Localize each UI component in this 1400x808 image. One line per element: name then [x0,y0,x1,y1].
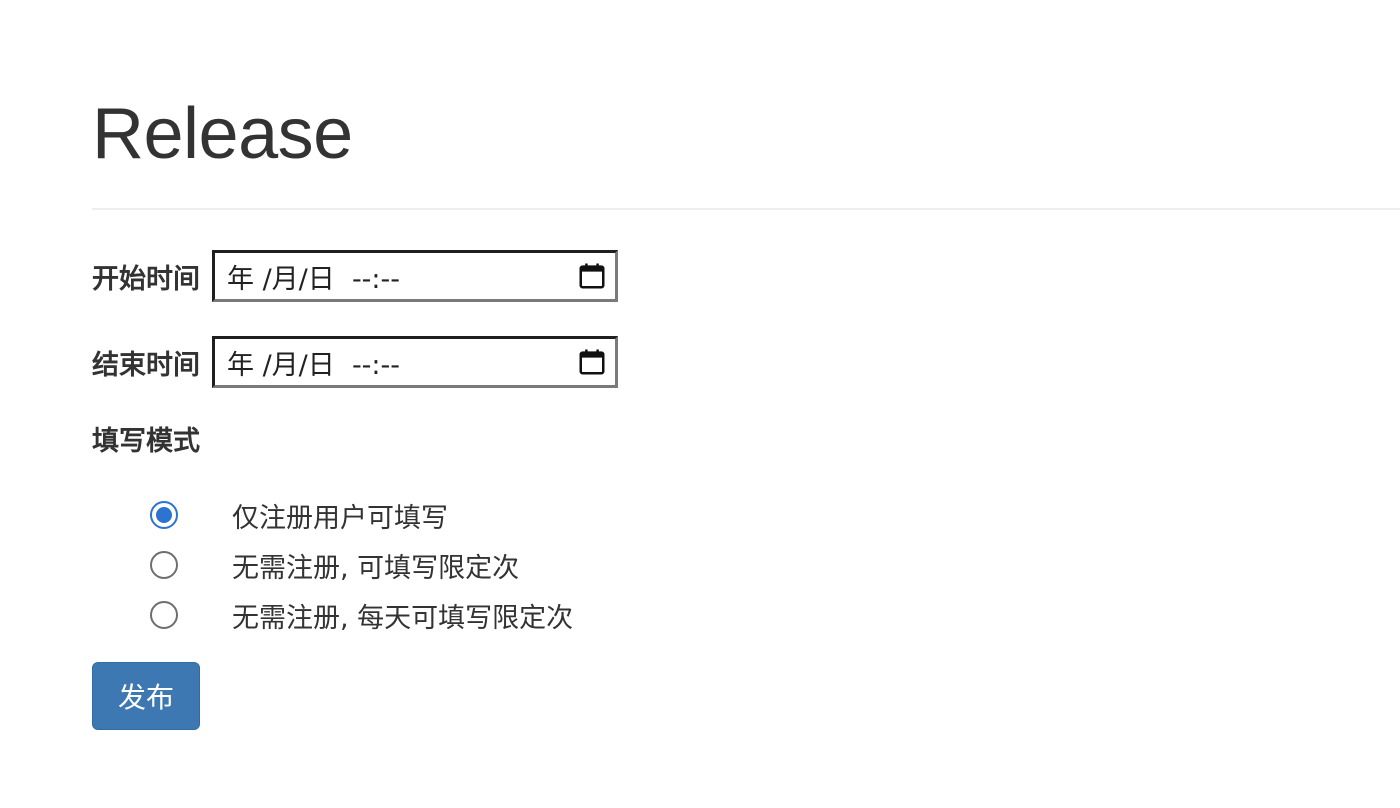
fill-mode-option-limited[interactable]: 无需注册, 可填写限定次 [150,540,573,590]
fill-mode-label: 填写模式 [92,426,200,457]
title-divider [92,208,1400,210]
radio-label-limited: 无需注册, 可填写限定次 [232,552,520,584]
end-time-label: 结束时间 [92,349,200,381]
start-time-input[interactable]: 年 /月/日 --:-- [212,250,618,302]
fill-mode-option-registered[interactable]: 仅注册用户可填写 [150,490,573,540]
end-time-input[interactable]: 年 /月/日 --:-- [212,336,618,388]
radio-label-registered: 仅注册用户可填写 [232,502,448,534]
end-time-row: 结束时间 年 /月/日 --:-- [92,336,618,388]
calendar-icon[interactable] [577,261,607,291]
radio-daily-limited[interactable] [150,601,178,629]
release-page: Release 开始时间 年 /月/日 --:-- 结束时间 年 /月/日 --… [0,0,1400,808]
radio-label-daily-limited: 无需注册, 每天可填写限定次 [232,602,574,634]
calendar-icon[interactable] [577,347,607,377]
fill-mode-option-daily-limited[interactable]: 无需注册, 每天可填写限定次 [150,590,573,640]
end-time-placeholder: 年 /月/日 --:-- [227,349,401,381]
fill-mode-options: 仅注册用户可填写 无需注册, 可填写限定次 无需注册, 每天可填写限定次 [150,490,573,640]
radio-limited[interactable] [150,551,178,579]
start-time-placeholder: 年 /月/日 --:-- [227,263,401,295]
start-time-label: 开始时间 [92,263,200,295]
radio-registered[interactable] [150,501,178,529]
start-time-row: 开始时间 年 /月/日 --:-- [92,250,618,302]
publish-button[interactable]: 发布 [92,662,200,730]
page-title: Release [92,94,353,174]
